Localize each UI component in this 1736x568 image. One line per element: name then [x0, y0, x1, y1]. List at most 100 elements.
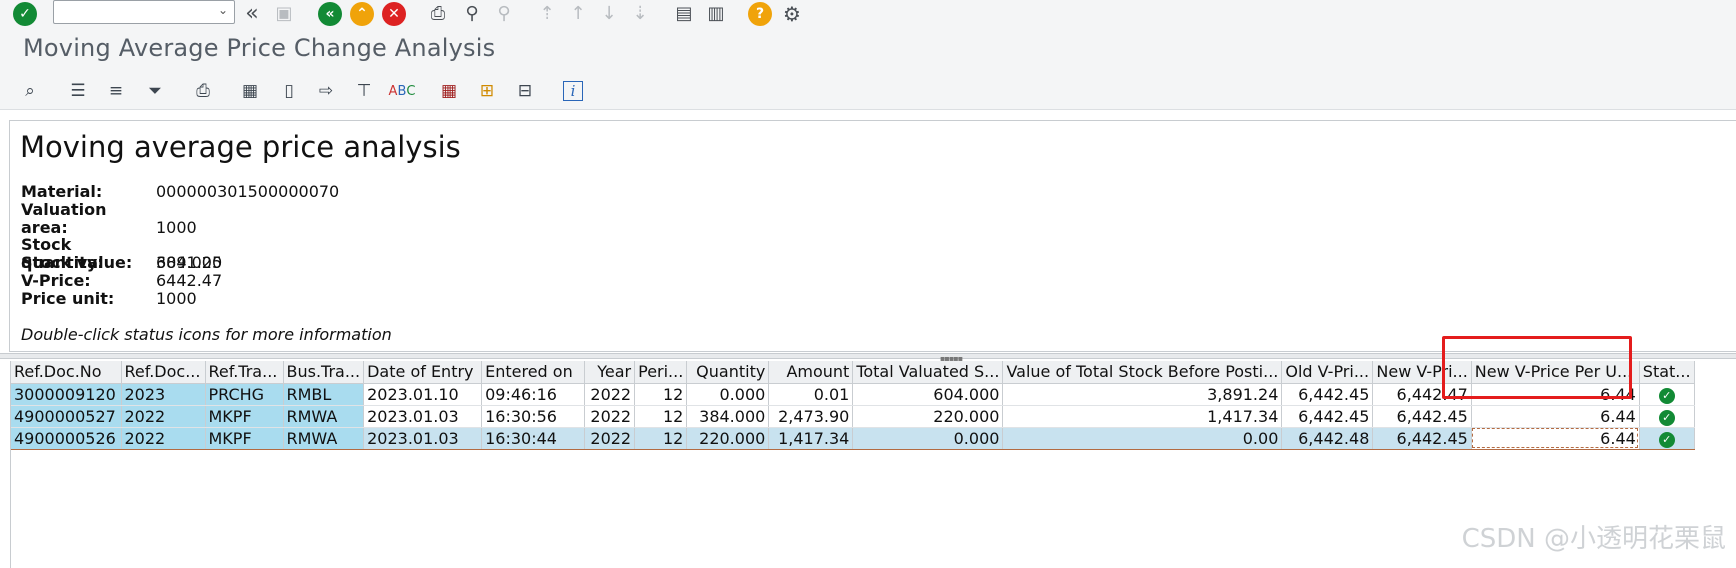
shortcut-icon[interactable]: ▥: [704, 2, 728, 26]
cell-old-vprice[interactable]: 6,442.45: [1281, 383, 1374, 406]
cell-total-valuated-stock[interactable]: 0.000: [852, 427, 1004, 450]
cell-new-vprice[interactable]: 6,442.45: [1372, 405, 1472, 428]
double-left-arrow-icon[interactable]: «: [240, 2, 264, 26]
new-session-icon[interactable]: ▤: [672, 2, 696, 26]
command-field[interactable]: ⌄: [53, 0, 235, 24]
cell-amount[interactable]: 2,473.90: [768, 405, 854, 428]
cell-old-vprice[interactable]: 6,442.45: [1281, 405, 1374, 428]
next-page-icon[interactable]: ↓: [597, 2, 621, 26]
col-header[interactable]: New V-Price Per U...: [1471, 361, 1640, 384]
cell-date-of-entry[interactable]: 2023.01.03: [363, 405, 483, 428]
col-header[interactable]: Amount: [768, 361, 854, 384]
table-row[interactable]: 3000009120 2023 PRCHG RMBL 2023.01.10 09…: [11, 383, 1695, 406]
col-header[interactable]: Ref.Tra...: [205, 361, 284, 384]
cell-value-total-stock-before[interactable]: 1,417.34: [1002, 405, 1283, 428]
cancel-icon[interactable]: ✕: [382, 2, 406, 26]
cell-ref-doc-no[interactable]: 4900000527: [11, 405, 122, 428]
change-layout-icon[interactable]: ⊞: [475, 79, 499, 103]
cell-period[interactable]: 12: [634, 383, 688, 406]
cell-total-valuated-stock[interactable]: 220.000: [852, 405, 1004, 428]
col-header[interactable]: New V-Pri...: [1372, 361, 1472, 384]
select-layout-icon[interactable]: ⊟: [513, 79, 537, 103]
cell-ref-transaction[interactable]: PRCHG: [205, 383, 284, 406]
binoculars-icon[interactable]: ⚲: [460, 2, 484, 26]
cell-status[interactable]: ✓: [1639, 405, 1695, 428]
first-page-icon[interactable]: ⇡: [535, 2, 559, 26]
cell-amount[interactable]: 1,417.34: [768, 427, 854, 450]
local-file-icon[interactable]: ▯: [277, 79, 301, 103]
col-header[interactable]: Date of Entry: [363, 361, 483, 384]
gear-icon[interactable]: ⚙: [780, 2, 804, 26]
back-icon[interactable]: «: [318, 2, 342, 26]
cell-ref-doc-year[interactable]: 2023: [121, 383, 206, 406]
last-page-icon[interactable]: ⇣: [628, 2, 652, 26]
filter-icon[interactable]: ⏷: [143, 79, 167, 103]
cell-entered-on[interactable]: 09:46:16: [481, 383, 586, 406]
cell-new-vprice[interactable]: 6,442.45: [1372, 427, 1472, 450]
sort-ascending-icon[interactable]: ☰: [66, 79, 90, 103]
cell-quantity[interactable]: 220.000: [686, 427, 770, 450]
cell-total-valuated-stock[interactable]: 604.000: [852, 383, 1004, 406]
col-header[interactable]: Ref.Doc.No: [11, 361, 122, 384]
cell-new-vprice-per-unit-focused[interactable]: 6.44: [1471, 427, 1640, 450]
cell-year[interactable]: 2022: [584, 427, 636, 450]
cell-year[interactable]: 2022: [584, 383, 636, 406]
cell-new-vprice-per-unit[interactable]: 6.44: [1471, 383, 1640, 406]
cell-value-total-stock-before[interactable]: 3,891.24: [1002, 383, 1283, 406]
print-preview-icon[interactable]: ⎙: [191, 79, 215, 103]
export-icon[interactable]: ▦: [238, 79, 262, 103]
col-header[interactable]: Quantity: [686, 361, 770, 384]
table-row[interactable]: 4900000527 2022 MKPF RMWA 2023.01.03 16:…: [11, 405, 1695, 428]
col-header[interactable]: Stat...: [1639, 361, 1695, 384]
cell-quantity[interactable]: 0.000: [686, 383, 770, 406]
layout-icon[interactable]: ⊤: [352, 79, 376, 103]
check-circle-icon[interactable]: ✓: [1658, 409, 1675, 426]
info-icon[interactable]: i: [563, 81, 583, 101]
col-header[interactable]: Bus.Tra...: [283, 361, 365, 384]
col-header[interactable]: Value of Total Stock Before Posti...: [1002, 361, 1283, 384]
cell-value-total-stock-before[interactable]: 0.00: [1002, 427, 1283, 450]
cell-bus-transaction[interactable]: RMBL: [283, 383, 365, 406]
cell-ref-transaction[interactable]: MKPF: [205, 427, 284, 450]
printer-icon[interactable]: ⎙: [426, 2, 450, 26]
save-icon[interactable]: ▣: [272, 2, 296, 26]
cell-quantity[interactable]: 384.000: [686, 405, 770, 428]
enter-check-icon[interactable]: ✓: [13, 2, 37, 26]
spreadsheet-icon[interactable]: ▦: [437, 79, 461, 103]
col-header[interactable]: Ref.Doc...: [121, 361, 206, 384]
cell-status[interactable]: ✓: [1639, 383, 1695, 406]
panel-splitter[interactable]: ▪▪▪▪▪: [0, 353, 1736, 363]
help-icon[interactable]: ?: [748, 2, 772, 26]
chevron-down-icon[interactable]: ⌄: [218, 3, 228, 17]
spell-check-icon[interactable]: ABC: [389, 79, 416, 103]
cell-ref-transaction[interactable]: MKPF: [205, 405, 284, 428]
check-circle-icon[interactable]: ✓: [1658, 387, 1675, 404]
cell-new-vprice[interactable]: 6,442.47: [1372, 383, 1472, 406]
cell-new-vprice-per-unit[interactable]: 6.44: [1471, 405, 1640, 428]
cell-period[interactable]: 12: [634, 427, 688, 450]
cell-year[interactable]: 2022: [584, 405, 636, 428]
details-icon[interactable]: ⌕: [18, 79, 42, 103]
cell-ref-doc-year[interactable]: 2022: [121, 405, 206, 428]
cell-amount[interactable]: 0.01: [768, 383, 854, 406]
col-header[interactable]: Year: [584, 361, 636, 384]
cell-bus-transaction[interactable]: RMWA: [283, 405, 365, 428]
col-header[interactable]: Old V-Pri...: [1281, 361, 1374, 384]
cell-status[interactable]: ✓: [1639, 427, 1695, 450]
cell-ref-doc-no[interactable]: 4900000526: [11, 427, 122, 450]
sort-descending-icon[interactable]: ≡: [104, 79, 128, 103]
col-header[interactable]: Peri...: [634, 361, 688, 384]
col-header[interactable]: Entered on: [481, 361, 586, 384]
table-row-selected[interactable]: 4900000526 2022 MKPF RMWA 2023.01.03 16:…: [11, 427, 1695, 450]
cell-date-of-entry[interactable]: 2023.01.10: [363, 383, 483, 406]
cell-period[interactable]: 12: [634, 405, 688, 428]
check-circle-icon[interactable]: ✓: [1658, 431, 1675, 448]
exit-icon[interactable]: ⌃: [350, 2, 374, 26]
send-icon[interactable]: ⇨: [314, 79, 338, 103]
cell-bus-transaction[interactable]: RMWA: [283, 427, 365, 450]
binoculars-plus-icon[interactable]: ⚲: [492, 2, 516, 26]
cell-ref-doc-no[interactable]: 3000009120: [11, 383, 122, 406]
cell-entered-on[interactable]: 16:30:56: [481, 405, 586, 428]
cell-entered-on[interactable]: 16:30:44: [481, 427, 586, 450]
prev-page-icon[interactable]: ↑: [566, 2, 590, 26]
